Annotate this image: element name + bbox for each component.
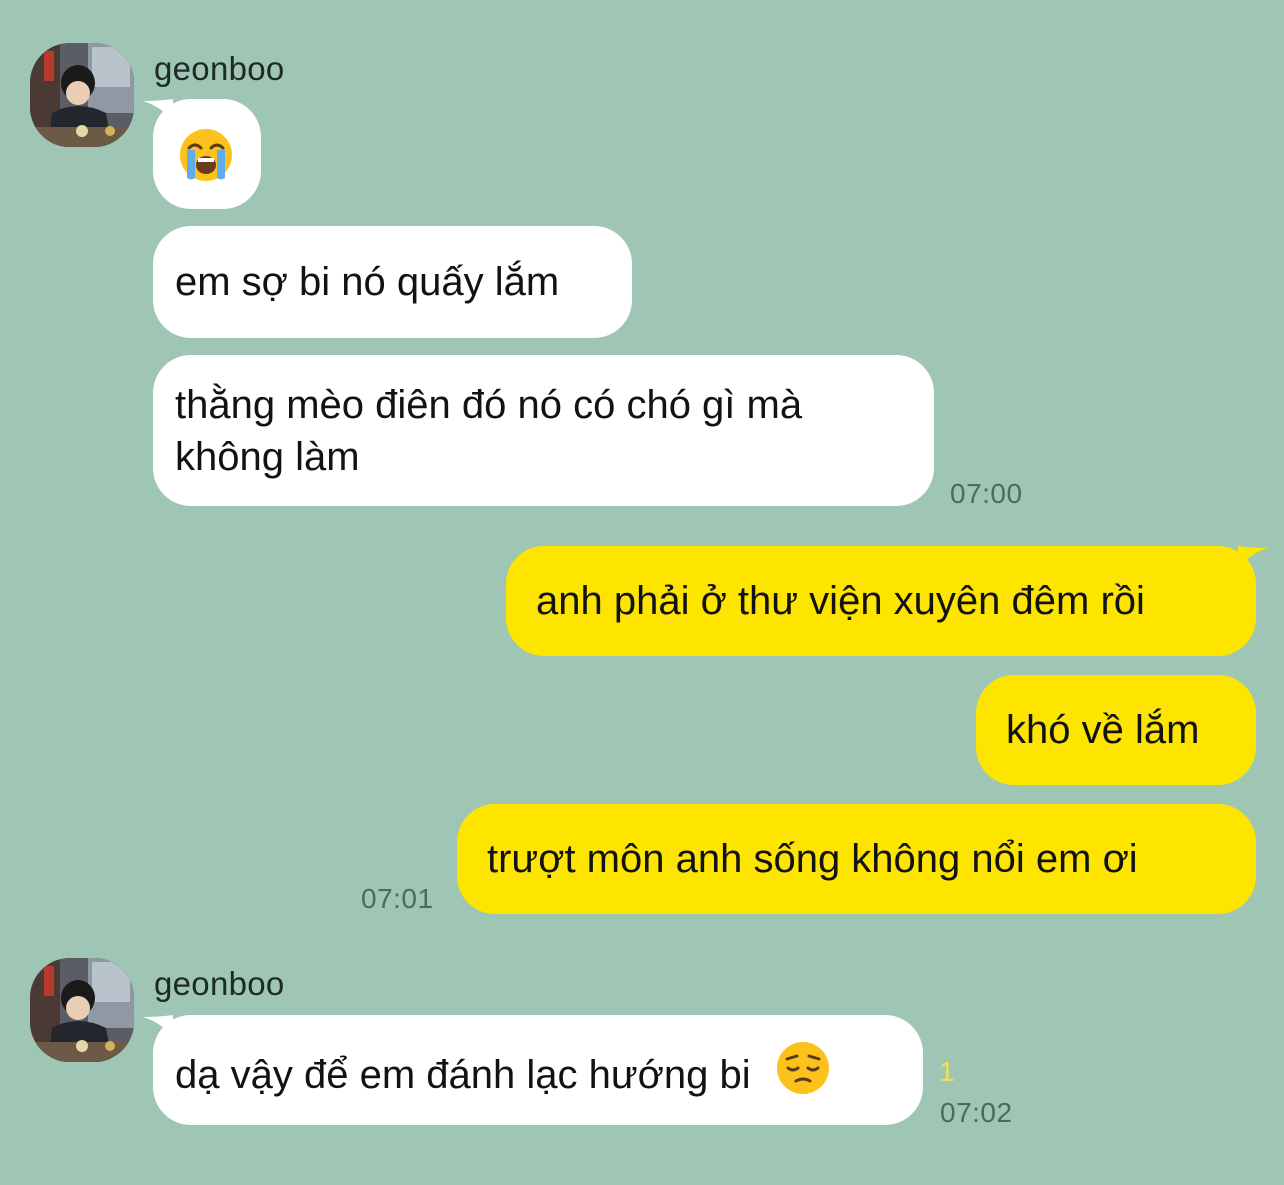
message-text: trượt môn anh sống không nổi em ơi (487, 837, 1138, 881)
message-text: thằng mèo điên đó nó có chó gì mà không … (175, 383, 803, 479)
sender-avatar[interactable] (30, 43, 134, 147)
message-timestamp: 07:00 (950, 478, 1023, 509)
message-timestamp: 07:01 (361, 883, 434, 914)
bubble-tail (143, 99, 173, 123)
message-timestamp: 07:02 (940, 1097, 1013, 1128)
message-text: em sợ bi nó quấy lắm (175, 260, 560, 304)
message-text: dạ vậy để em đánh lạc hướng bi (175, 1053, 751, 1098)
message-bubble-outgoing[interactable]: khó về lắm (976, 675, 1256, 785)
message-bubble[interactable]: em sợ bi nó quấy lắm (153, 226, 632, 338)
sender-name: geonboo (154, 965, 285, 1002)
unread-count: 1 (939, 1056, 955, 1087)
avatar-photo (30, 43, 134, 147)
bubble-tail (1238, 546, 1268, 570)
message-text: anh phải ở thư viện xuyên đêm rồi (536, 579, 1145, 623)
message-bubble-outgoing[interactable]: trượt môn anh sống không nổi em ơi (457, 804, 1256, 914)
pensive-face-emoji (776, 1041, 830, 1108)
message-bubble-outgoing[interactable]: anh phải ở thư viện xuyên đêm rồi (506, 546, 1268, 656)
message-bubble[interactable]: 😭 (143, 99, 261, 209)
loudly-crying-face-emoji (179, 128, 233, 195)
message-text: khó về lắm (1006, 708, 1200, 752)
message-bubble[interactable]: thằng mèo điên đó nó có chó gì mà không … (153, 355, 934, 506)
avatar-photo (30, 958, 134, 1062)
bubble-tail (143, 1015, 173, 1039)
message-bubble[interactable]: dạ vậy để em đánh lạc hướng bi (143, 1015, 923, 1125)
sender-name: geonboo (154, 50, 285, 87)
sender-avatar[interactable] (30, 958, 134, 1062)
